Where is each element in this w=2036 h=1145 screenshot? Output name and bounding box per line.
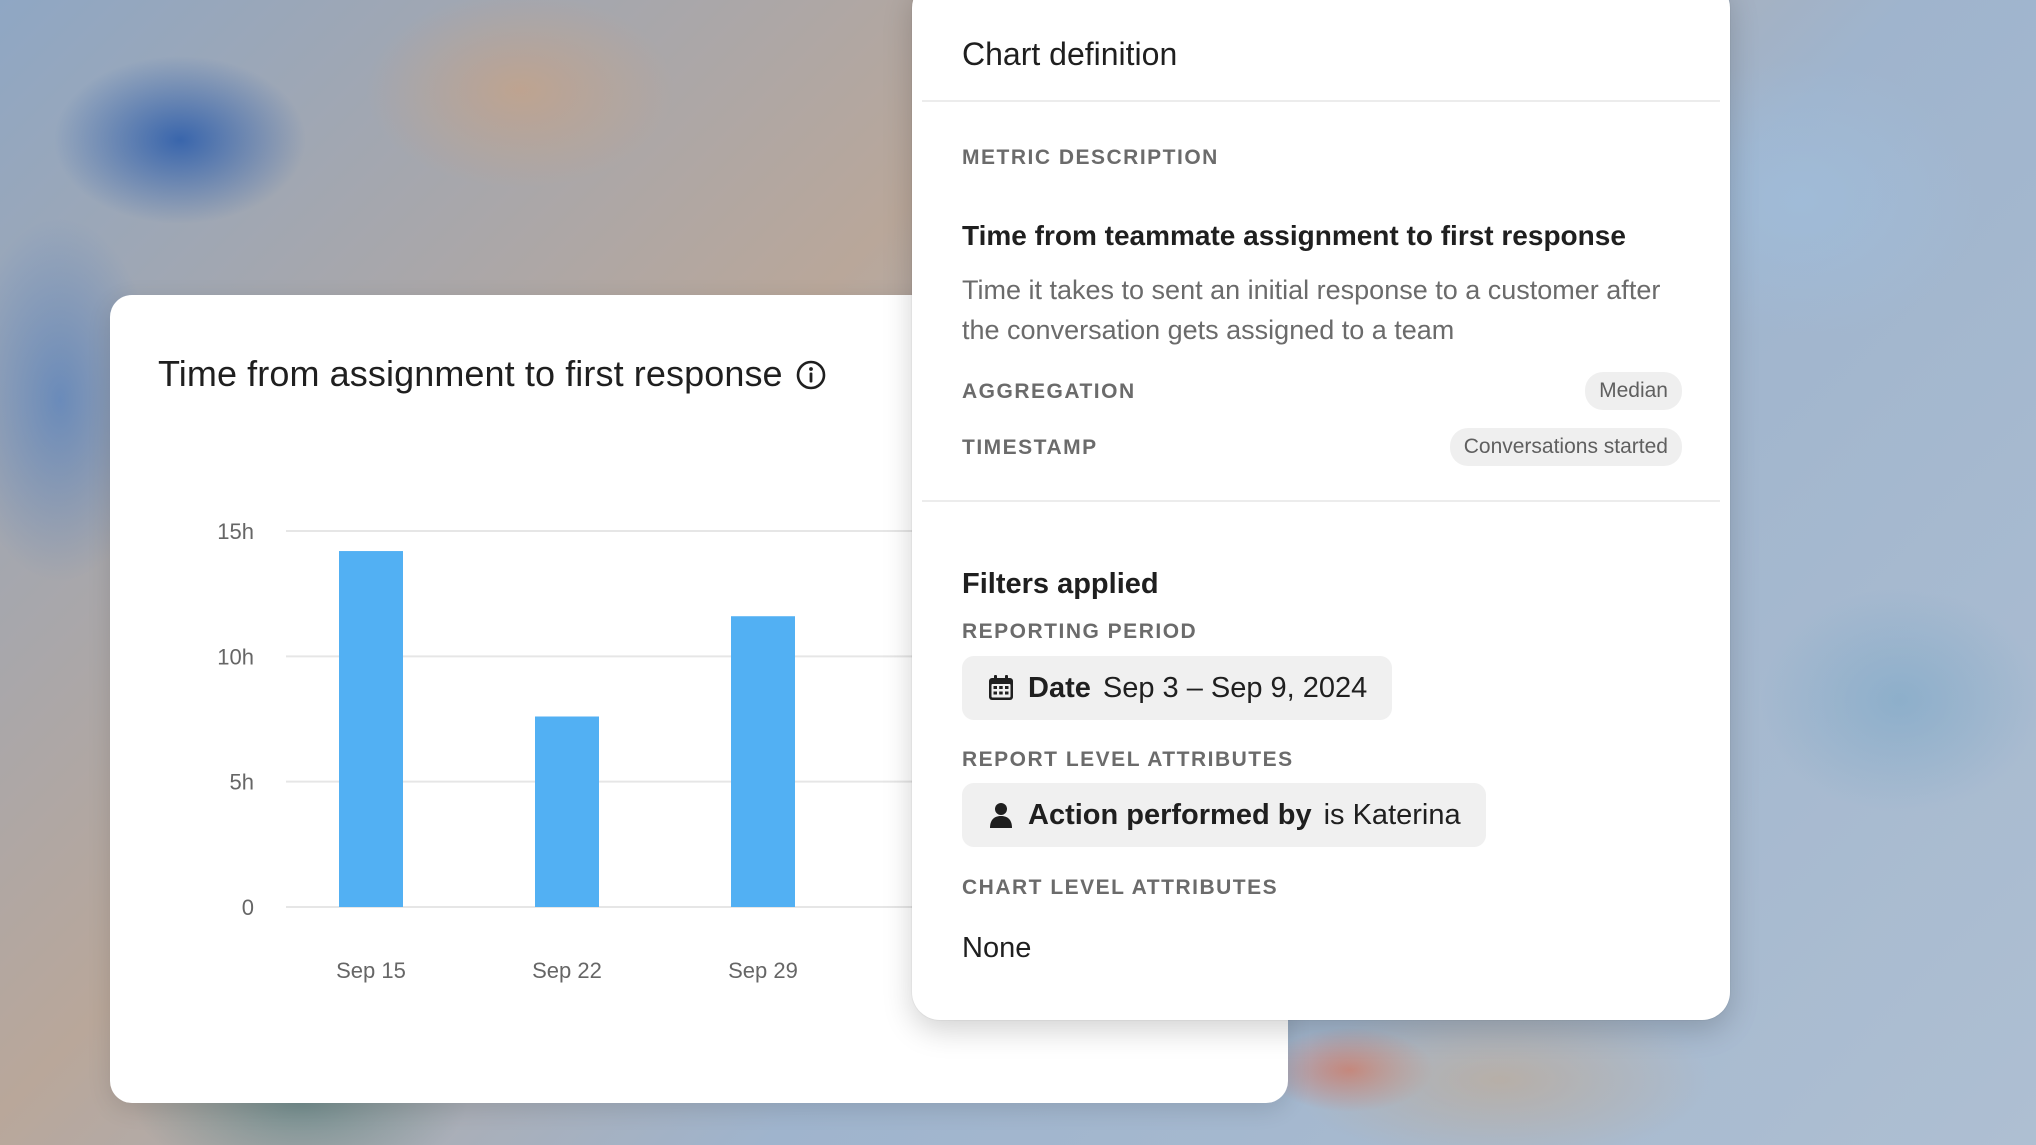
chart-level-attributes-label: CHART LEVEL ATTRIBUTES <box>962 876 1279 899</box>
date-filter-key: Date <box>1028 671 1091 704</box>
aggregation-label: AGGREGATION <box>962 380 1136 403</box>
y-tick-label: 15h <box>217 519 254 544</box>
chart-definition-panel: Chart definition METRIC DESCRIPTION Time… <box>912 0 1730 1020</box>
y-tick-label: 10h <box>217 644 254 669</box>
person-icon <box>990 803 1012 828</box>
filters-title: Filters applied <box>962 568 1159 600</box>
date-filter-chip[interactable]: Date Sep 3 – Sep 9, 2024 <box>962 656 1393 720</box>
metric-description: Time it takes to sent an initial respons… <box>962 275 1661 345</box>
divider <box>922 500 1720 502</box>
chart-level-attributes-value: None <box>962 932 1032 964</box>
x-tick-label: Sep 15 <box>336 958 406 983</box>
date-filter-value: Sep 3 – Sep 9, 2024 <box>1102 671 1368 704</box>
bar[interactable] <box>535 716 599 907</box>
metric-name: Time from teammate assignment to first r… <box>962 220 1626 251</box>
bar[interactable] <box>339 551 403 907</box>
aggregation-badge: Median <box>1585 372 1682 410</box>
reporting-period-label: REPORTING PERIOD <box>962 620 1198 643</box>
report-level-attributes-label: REPORT LEVEL ATTRIBUTES <box>962 748 1294 771</box>
metric-description-label: METRIC DESCRIPTION <box>962 146 1219 169</box>
calendar-icon <box>989 675 1013 700</box>
y-tick-label: 0 <box>242 895 254 920</box>
attribute-value: is Katerina <box>1323 798 1461 831</box>
attribute-key: Action performed by <box>1028 798 1312 831</box>
x-tick-label: Sep 29 <box>728 958 798 983</box>
panel-title: Chart definition <box>962 36 1178 72</box>
action-performed-chip[interactable]: Action performed by is Katerina <box>962 783 1486 847</box>
bar[interactable] <box>731 616 795 907</box>
timestamp-label: TIMESTAMP <box>962 436 1098 459</box>
x-tick-label: Sep 22 <box>532 958 602 983</box>
y-tick-label: 5h <box>230 770 254 795</box>
divider <box>922 100 1720 102</box>
timestamp-badge: Conversations started <box>1449 428 1682 466</box>
